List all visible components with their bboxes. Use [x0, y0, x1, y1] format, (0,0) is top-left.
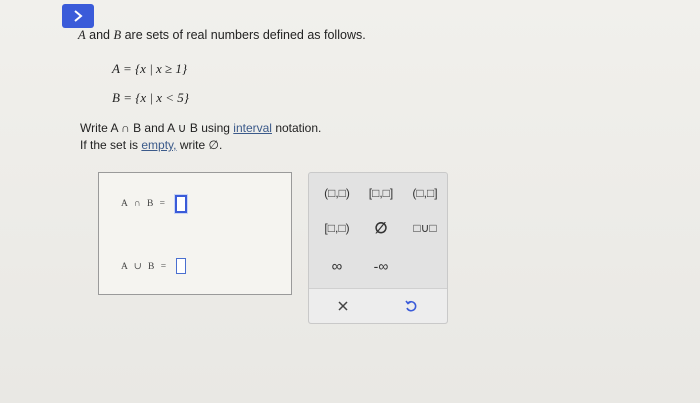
open-closed-interval-button[interactable]: (□,□]	[405, 183, 445, 203]
closed-open-interval-button[interactable]: [□,□)	[317, 218, 357, 238]
instruction-2-end: write ∅.	[179, 138, 223, 152]
clear-button[interactable]	[333, 297, 353, 315]
empty-set-button[interactable]: ∅	[365, 218, 397, 238]
instruction-text-end: notation.	[275, 121, 322, 135]
math-keypad: (□,□) [□,□] (□,□] [□,□) ∅ □∪□ ∞ -∞	[308, 172, 448, 324]
undo-icon	[405, 300, 417, 312]
intersection-row: A ∩ B =	[121, 195, 188, 213]
union-row: A ∪ B =	[121, 258, 187, 274]
set-a-symbol: A	[78, 28, 86, 42]
x-icon	[338, 301, 348, 311]
intersection-label: A ∩ B =	[121, 199, 168, 209]
closed-interval-button[interactable]: [□,□]	[361, 183, 401, 203]
empty-link[interactable]: empty,	[141, 138, 176, 152]
interval-link[interactable]: interval	[233, 121, 272, 135]
collapse-button[interactable]	[62, 4, 94, 28]
set-b-symbol: B	[113, 28, 122, 42]
union-button[interactable]: □∪□	[405, 218, 445, 238]
instruction-text: Write A ∩ B and A ∪ B using	[80, 121, 230, 135]
chevron-right-icon	[74, 10, 83, 22]
keypad-actions	[309, 288, 447, 323]
set-b-definition: B = {x | x < 5}	[112, 90, 189, 105]
union-input[interactable]	[176, 258, 187, 274]
intro-and: and	[89, 28, 110, 42]
undo-button[interactable]	[401, 297, 421, 315]
problem-intro: A and B are sets of real numbers defined…	[78, 28, 366, 43]
negative-infinity-button[interactable]: -∞	[363, 256, 399, 276]
intro-text: are sets of real numbers defined as foll…	[124, 28, 366, 42]
instruction-line-2: If the set is empty, write ∅.	[80, 137, 321, 154]
answer-panel: A ∩ B = A ∪ B =	[98, 172, 292, 295]
page: A and B are sets of real numbers defined…	[0, 0, 700, 403]
set-a-definition: A = {x | x ≥ 1}	[112, 61, 188, 76]
infinity-button[interactable]: ∞	[321, 256, 353, 276]
open-interval-button[interactable]: (□,□)	[317, 183, 357, 203]
instructions: Write A ∩ B and A ∪ B using interval not…	[80, 120, 321, 154]
union-label: A ∪ B =	[121, 261, 169, 272]
instruction-2-text: If the set is	[80, 138, 139, 152]
intersection-input[interactable]	[175, 195, 188, 213]
instruction-line-1: Write A ∩ B and A ∪ B using interval not…	[80, 120, 321, 137]
